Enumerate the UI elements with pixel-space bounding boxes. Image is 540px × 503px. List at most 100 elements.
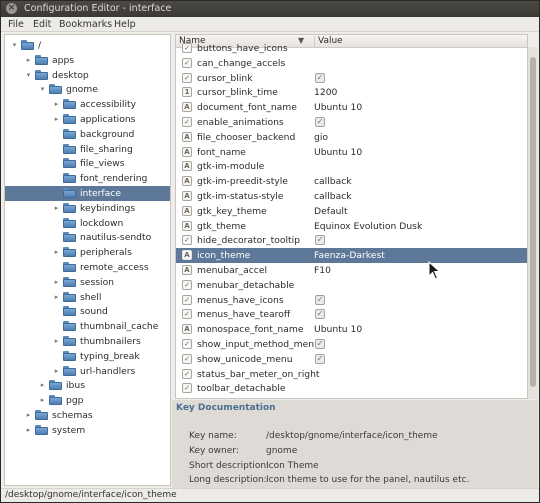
key-value[interactable]: F10 <box>314 265 331 276</box>
no-expander <box>53 233 60 241</box>
collapsed-arrow-icon[interactable]: ▸ <box>53 248 60 256</box>
no-expander <box>53 145 60 153</box>
scroll-thumb[interactable] <box>530 57 536 387</box>
tree-item-typing-break[interactable]: typing_break <box>5 349 170 364</box>
tree-item-nautilus-sendto[interactable]: nautilus-sendto <box>5 230 170 245</box>
key-row-gtk-im-module[interactable]: Agtk-im-module <box>176 159 527 174</box>
collapsed-arrow-icon[interactable]: ▸ <box>53 337 60 345</box>
key-row-can-change-accels[interactable]: ✓ can_change_accels <box>176 56 527 71</box>
value-checkbox[interactable]: ✓ <box>315 353 325 364</box>
doc-short-description-label: Short description: <box>189 461 270 471</box>
key-value[interactable]: gio <box>314 132 328 143</box>
key-row-gtk-im-status-style[interactable]: Agtk-im-status-style callback <box>176 189 527 204</box>
menu-bookmarks[interactable]: Bookmarks <box>59 19 112 30</box>
tree-item-desktop[interactable]: ▾ desktop <box>5 68 170 83</box>
collapsed-arrow-icon[interactable]: ▸ <box>25 426 32 434</box>
directory-tree[interactable]: ▾ / ▸ apps ▾ desktop ▾ gnome ▸ accessibility ▸ appl… <box>4 34 171 486</box>
key-row-gtk-im-preedit-style[interactable]: Agtk-im-preedit-style callback <box>176 174 527 189</box>
tree-item-shell[interactable]: ▸ shell <box>5 290 170 305</box>
tree-item-interface[interactable]: interface <box>5 186 170 201</box>
key-row-cursor-blink[interactable]: ✓ cursor_blink ✓ <box>176 71 527 86</box>
key-value[interactable]: callback <box>314 191 352 202</box>
tree-item-[interactable]: ▾ / <box>5 38 170 53</box>
value-checkbox[interactable]: ✓ <box>315 294 325 305</box>
key-value[interactable]: 1200 <box>314 87 337 98</box>
key-row-file-chooser-backend[interactable]: Afile_chooser_backend gio <box>176 130 527 145</box>
collapsed-arrow-icon[interactable]: ▸ <box>25 411 32 419</box>
collapsed-arrow-icon[interactable]: ▸ <box>39 381 46 389</box>
key-row-menubar-accel[interactable]: Amenubar_accel F10 <box>176 263 527 278</box>
tree-item-file-sharing[interactable]: file_sharing <box>5 142 170 157</box>
keys-list[interactable]: Name ▼ Value ✓ buttons_have_icons ✓ can_cha… <box>175 34 528 399</box>
key-value[interactable]: Ubuntu 10 <box>314 324 362 335</box>
key-row-gtk-theme[interactable]: Agtk_theme Equinox Evolution Dusk <box>176 219 527 234</box>
tree-item-gnome[interactable]: ▾ gnome <box>5 82 170 97</box>
value-checkbox[interactable]: ✓ <box>315 72 325 83</box>
collapsed-arrow-icon[interactable]: ▸ <box>53 293 60 301</box>
key-value[interactable]: Ubuntu 10 <box>314 102 362 113</box>
tree-item-lockdown[interactable]: lockdown <box>5 216 170 231</box>
close-icon[interactable]: × <box>6 3 17 14</box>
key-row-hide-decorator-tooltip[interactable]: ✓ hide_decorator_tooltip ✓ <box>176 233 527 248</box>
tree-item-schemas[interactable]: ▸ schemas <box>5 408 170 423</box>
collapsed-arrow-icon[interactable]: ▸ <box>39 396 46 404</box>
key-value[interactable]: callback <box>314 176 352 187</box>
tree-item-background[interactable]: background <box>5 127 170 142</box>
key-row-document-font-name[interactable]: Adocument_font_name Ubuntu 10 <box>176 100 527 115</box>
key-row-toolbar-detachable[interactable]: ✓ toolbar_detachable <box>176 381 527 396</box>
tree-item-remote-access[interactable]: remote_access <box>5 260 170 275</box>
key-row-show-unicode-menu[interactable]: ✓ show_unicode_menu ✓ <box>176 352 527 367</box>
tree-item-peripherals[interactable]: ▸ peripherals <box>5 245 170 260</box>
tree-item-font-rendering[interactable]: font_rendering <box>5 171 170 186</box>
tree-item-file-views[interactable]: file_views <box>5 156 170 171</box>
expanded-arrow-icon[interactable]: ▾ <box>25 71 32 79</box>
value-checkbox[interactable]: ✓ <box>315 117 325 127</box>
key-row-show-input-method-menu[interactable]: ✓ show_input_method_menu ✓ <box>176 337 527 352</box>
no-expander <box>53 174 60 182</box>
title-bar[interactable]: × Configuration Editor - interface <box>1 1 539 17</box>
expanded-arrow-icon[interactable]: ▾ <box>11 41 18 49</box>
menu-file[interactable]: File <box>8 19 24 30</box>
key-row-cursor-blink-time[interactable]: 1 cursor_blink_time 1200 <box>176 85 527 100</box>
keys-scrollbar[interactable] <box>528 47 538 399</box>
key-value[interactable]: Equinox Evolution Dusk <box>314 221 422 232</box>
tree-item-url-handlers[interactable]: ▸ url-handlers <box>5 364 170 379</box>
key-row-font-name[interactable]: Afont_name Ubuntu 10 <box>176 145 527 160</box>
key-row-menus-have-tearoff[interactable]: ✓ menus_have_tearoff ✓ <box>176 307 527 322</box>
key-value[interactable]: Faenza-Darkest <box>314 250 385 261</box>
menu-help[interactable]: Help <box>114 19 136 30</box>
collapsed-arrow-icon[interactable]: ▸ <box>53 100 60 108</box>
key-row-menubar-detachable[interactable]: ✓ menubar_detachable <box>176 278 527 293</box>
tree-item-keybindings[interactable]: ▸ keybindings <box>5 201 170 216</box>
tree-item-pgp[interactable]: ▸ pgp <box>5 393 170 408</box>
collapsed-arrow-icon[interactable]: ▸ <box>53 115 60 123</box>
tree-item-thumbnail-cache[interactable]: thumbnail_cache <box>5 319 170 334</box>
key-row-gtk-key-theme[interactable]: Agtk_key_theme Default <box>176 204 527 219</box>
tree-item-sound[interactable]: sound <box>5 304 170 319</box>
expanded-arrow-icon[interactable]: ▾ <box>39 85 46 93</box>
key-value[interactable]: Ubuntu 10 <box>314 147 362 158</box>
menu-edit[interactable]: Edit <box>33 19 51 30</box>
key-row-monospace-font-name[interactable]: Amonospace_font_name Ubuntu 10 <box>176 322 527 337</box>
tree-item-accessibility[interactable]: ▸ accessibility <box>5 97 170 112</box>
key-row-icon-theme[interactable]: Aicon_theme Faenza-Darkest <box>176 248 527 263</box>
key-row-menus-have-icons[interactable]: ✓ menus_have_icons ✓ <box>176 293 527 308</box>
key-row-status-bar-meter-on-right[interactable]: ✓ status_bar_meter_on_right <box>176 367 527 382</box>
tree-item-system[interactable]: ▸ system <box>5 423 170 438</box>
key-row-enable-animations[interactable]: ✓ enable_animations ✓ <box>176 115 527 130</box>
collapsed-arrow-icon[interactable]: ▸ <box>25 56 32 64</box>
value-checkbox[interactable]: ✓ <box>315 339 325 349</box>
string-type-icon: A <box>182 176 192 187</box>
key-row-buttons-have-icons[interactable]: ✓ buttons_have_icons <box>176 41 527 56</box>
value-checkbox[interactable]: ✓ <box>315 235 325 246</box>
collapsed-arrow-icon[interactable]: ▸ <box>53 367 60 375</box>
tree-item-applications[interactable]: ▸ applications <box>5 112 170 127</box>
collapsed-arrow-icon[interactable]: ▸ <box>53 278 60 286</box>
value-checkbox[interactable]: ✓ <box>315 309 325 320</box>
tree-item-apps[interactable]: ▸ apps <box>5 53 170 68</box>
key-value[interactable]: Default <box>314 206 348 217</box>
tree-item-session[interactable]: ▸ session <box>5 275 170 290</box>
collapsed-arrow-icon[interactable]: ▸ <box>53 204 60 212</box>
tree-item-thumbnailers[interactable]: ▸ thumbnailers <box>5 334 170 349</box>
tree-item-ibus[interactable]: ▸ ibus <box>5 378 170 393</box>
